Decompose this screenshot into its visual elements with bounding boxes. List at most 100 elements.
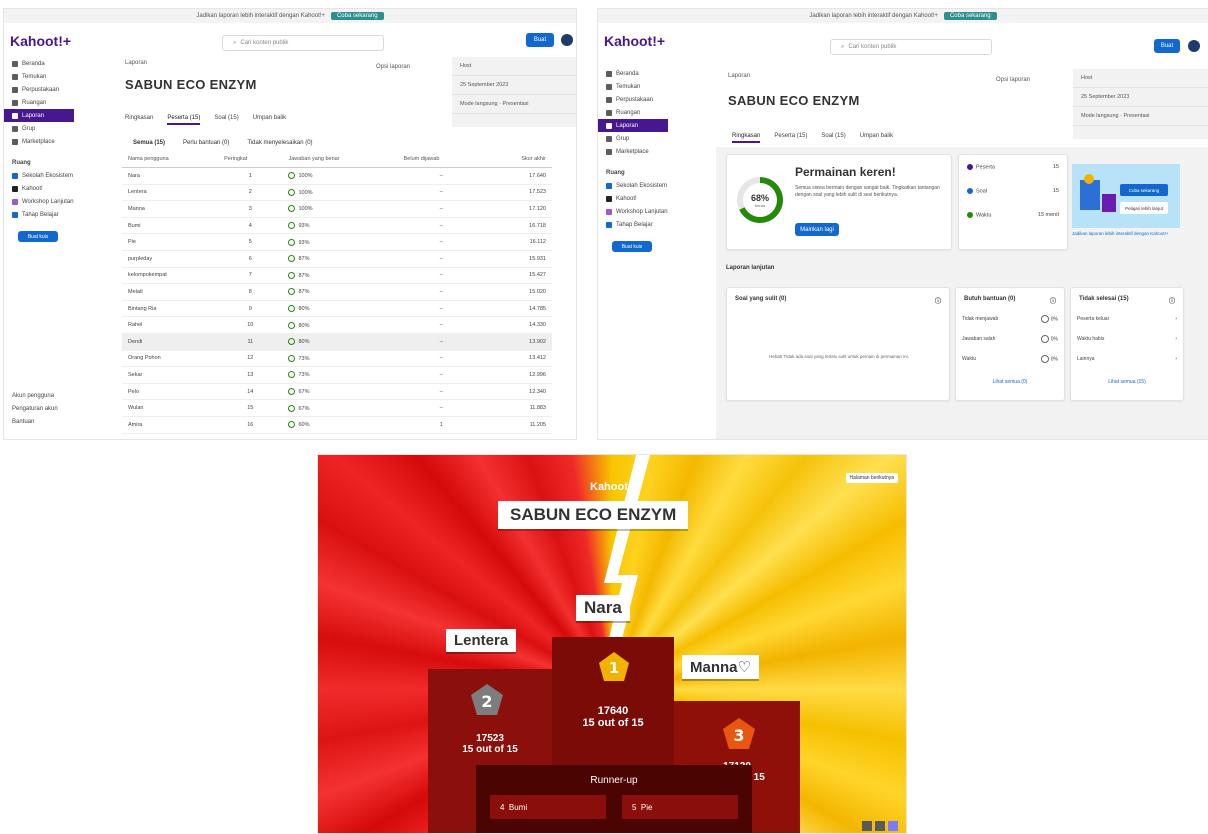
sidebar-item-reports[interactable]: Laporan [598,119,668,132]
stat-row-players: Peserta 15 [959,155,1067,179]
column-header[interactable]: Skor akhir [484,151,552,168]
list-item[interactable]: Waktu 0% [956,349,1064,369]
table-row[interactable]: Rahel 10 80% –14.330 [122,316,552,334]
table-row[interactable]: Sekar 13 73% –12.996 [122,366,552,384]
promo-caption[interactable]: Jadikan laporan lebih interaktif dengan … [1072,231,1184,236]
info-icon[interactable]: ⓘ [1169,296,1175,305]
table-row[interactable]: purpleday 6 87% –15.931 [122,250,552,268]
table-row[interactable]: Lentera 2 100% –17.523 [122,184,552,202]
next-button[interactable]: Halaman berikutnya [845,473,898,483]
table-row[interactable]: Orang Pohon 12 73% –13.412 [122,350,552,368]
sidebar-item-marketplace[interactable]: Marketplace [598,145,668,158]
report-options-menu[interactable]: Opsi laporan [996,77,1030,83]
workspace-item[interactable]: Sekolah Ekosistem [598,179,668,192]
list-item[interactable]: Tidak menjawab 0% [956,309,1064,329]
table-row[interactable]: Pie 5 93% –16.112 [122,233,552,251]
sidebar-item-home[interactable]: Beranda [598,67,668,80]
column-header[interactable]: Peringkat [218,151,283,168]
runner-up-item: 4 Bumi [490,795,606,819]
workspace-item[interactable]: Kahoot! [598,192,668,205]
list-item[interactable]: Lainnya › [1071,349,1183,369]
list-item[interactable]: Jawaban salah 0% [956,329,1064,349]
sidebar-item-marketplace[interactable]: Marketplace [4,135,74,148]
see-all-link[interactable]: Lihat semua (15) [1071,379,1183,385]
tab-summary[interactable]: Ringkasan [732,133,761,143]
try-now-button[interactable]: Coba sekarang [1120,184,1168,196]
banner-cta-button[interactable]: Coba sekarang [943,12,997,20]
correct-percent: 60% [298,422,310,429]
table-row[interactable]: Amira 16 60% 1 11.205 [122,416,552,434]
create-kahoot-button[interactable]: Buat kuis [18,231,58,242]
column-header[interactable]: Jawaban yang benar [282,151,398,168]
info-icon[interactable]: ⓘ [1050,296,1056,305]
sidebar-item-library[interactable]: Perpustakaan [598,93,668,106]
table-row[interactable]: Wulan 15 67% –11.883 [122,399,552,417]
table-row[interactable]: Dendi 11 80% –13.902 [122,333,552,351]
filter-all[interactable]: Semua (15) [133,140,165,146]
tab-questions[interactable]: Soal (15) [821,133,845,143]
tab-participants[interactable]: Peserta (15) [167,115,201,125]
table-row[interactable]: Melati 8 87% –15.020 [122,283,552,301]
sidebar-item-groups[interactable]: Grup [598,132,668,145]
filter-need-help[interactable]: Perlu bantuan (0) [183,140,229,146]
tab-participants[interactable]: Peserta (15) [774,133,807,143]
create-kahoot-button[interactable]: Buat kuis [612,241,652,252]
table-row[interactable]: Manna 3 100% –17.120 [122,200,552,218]
column-header[interactable]: Belum dijawab [397,151,485,168]
learn-more-button[interactable]: Pelajari lebih lanjut [1120,202,1168,214]
sidebar-item-discover[interactable]: Temukan [598,80,668,93]
table-row[interactable]: Nara 1 100% –17.640 [122,167,552,185]
kahoot-logo[interactable]: Kahoot!+ [604,33,665,49]
report-options-menu[interactable]: Opsi laporan [376,64,410,70]
workspace-item[interactable]: Sekolah Ekosistem [4,169,74,182]
unanswered-cell: 1 [397,416,485,434]
fullscreen-icon[interactable] [875,821,885,831]
table-row[interactable]: Bumi 4 93% –16.718 [122,217,552,235]
create-button[interactable]: Buat [1154,39,1180,53]
participant-name: Orang Pohon [122,350,219,368]
avatar[interactable] [561,34,573,46]
sidebar-item-groups[interactable]: Grup [4,122,74,135]
tab-feedback[interactable]: Umpan balik [253,115,286,125]
search-input[interactable]: ⌕ Cari konten publik [830,39,992,55]
correct-cell: 80% [282,316,398,334]
sidebar-item-home[interactable]: Beranda [4,57,74,70]
unanswered-cell: – [397,184,485,202]
footer-link[interactable]: Bantuan [4,415,74,428]
report-tabs: Ringkasan Peserta (15) Soal (15) Umpan b… [125,115,286,125]
info-icon[interactable]: ⓘ [935,296,941,305]
workspace-item[interactable]: Tahap Belajar [598,218,668,231]
see-all-link[interactable]: Lihat semua (0) [956,379,1064,385]
kahoot-logo[interactable]: Kahoot!+ [10,33,71,49]
tab-feedback[interactable]: Umpan balik [860,133,893,143]
footer-link[interactable]: Pengaturan akun [4,402,74,415]
workspace-item[interactable]: Workshop Lanjutan [598,205,668,218]
breadcrumb[interactable]: Laporan [728,73,750,79]
list-item[interactable]: Waktu habis › [1071,329,1183,349]
sidebar-item-discover[interactable]: Temukan [4,70,74,83]
table-row[interactable]: Pelo 14 67% –12.340 [122,383,552,401]
table-row[interactable]: kelompokempat 7 87% –15.427 [122,267,552,285]
volume-icon[interactable] [888,821,898,831]
table-row[interactable]: Bintang Ria 9 80% –14.785 [122,300,552,318]
filter-unfinished[interactable]: Tidak menyelesaikan (0) [247,140,312,146]
play-again-button[interactable]: Mainkan lagi [795,223,839,236]
sidebar-item-reports[interactable]: Laporan [4,109,74,122]
footer-link[interactable]: Akun pengguna [4,389,74,402]
sidebar-item-library[interactable]: Perpustakaan [4,83,74,96]
search-input[interactable]: ⌕ Cari konten publik [222,35,384,51]
workspace-item[interactable]: Workshop Lanjutan [4,195,74,208]
list-item[interactable]: Peserta keluar › [1071,309,1183,329]
settings-icon[interactable] [862,821,872,831]
column-header[interactable]: Nama pengguna [122,151,219,168]
sidebar-item-rooms[interactable]: Ruangan [598,106,668,119]
workspace-item[interactable]: Tahap Belajar [4,208,74,221]
workspace-item[interactable]: Kahoot! [4,182,74,195]
banner-cta-button[interactable]: Coba sekarang [330,12,384,20]
breadcrumb[interactable]: Laporan [125,60,147,66]
tab-summary[interactable]: Ringkasan [125,115,153,125]
avatar[interactable] [1188,40,1200,52]
tab-questions[interactable]: Soal (15) [214,115,238,125]
sidebar-item-rooms[interactable]: Ruangan [4,96,74,109]
create-button[interactable]: Buat [526,33,554,47]
